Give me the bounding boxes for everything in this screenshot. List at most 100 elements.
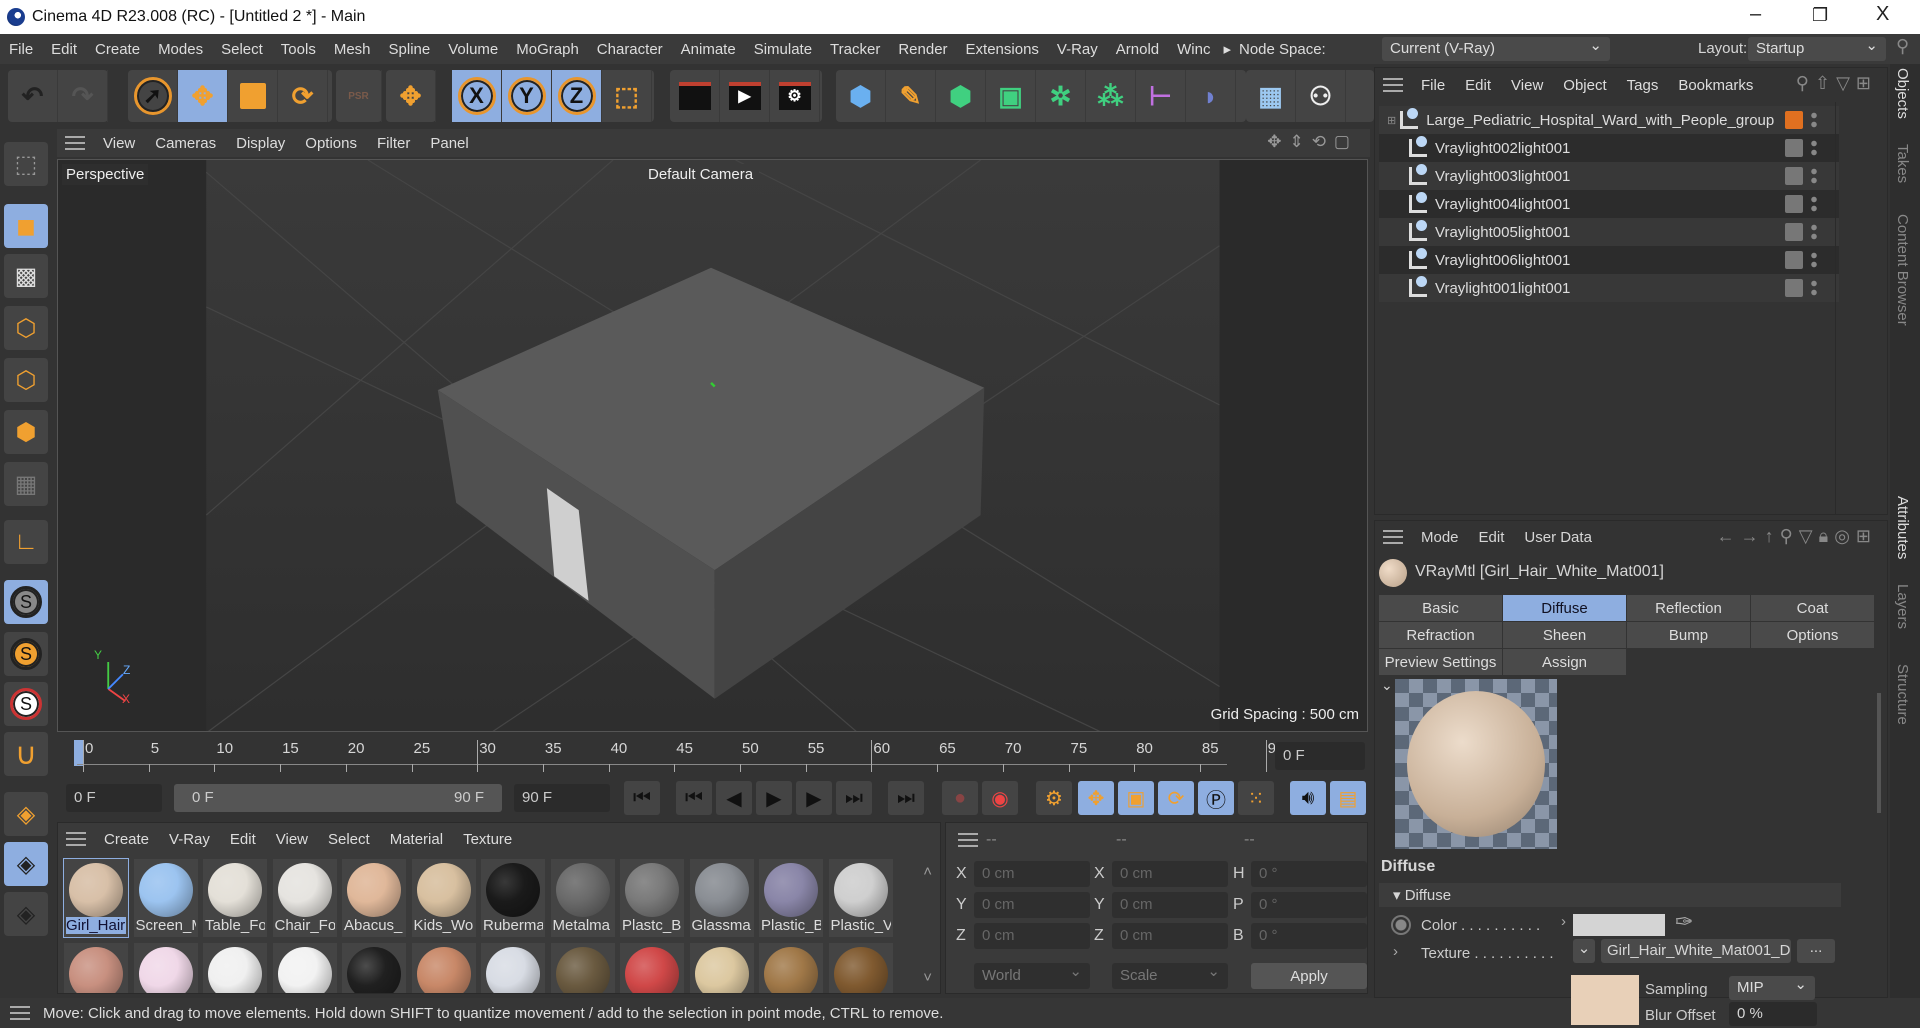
- material-menu-material[interactable]: Material: [380, 831, 453, 848]
- current-frame-field[interactable]: 0 F: [1275, 742, 1365, 770]
- frame-range-slider[interactable]: 0 F 90 F: [174, 784, 502, 812]
- coord-field-x[interactable]: 0 cm: [1112, 861, 1228, 887]
- uv-mode-button[interactable]: ▦: [4, 462, 48, 506]
- object-toolbar-icons[interactable]: ⚲⇧▽⊞: [1796, 73, 1877, 94]
- search-icon[interactable]: ⚲: [1896, 36, 1909, 57]
- axis-mode-button[interactable]: ∟: [4, 520, 48, 564]
- bend-button[interactable]: ◗: [1186, 70, 1236, 122]
- camera-button[interactable]: ⚇: [1296, 70, 1346, 122]
- coord-field-z[interactable]: 0 cm: [974, 923, 1090, 949]
- menu-edit[interactable]: Edit: [42, 41, 86, 58]
- go-to-end-button[interactable]: ⏭: [888, 781, 924, 815]
- x-axis-toggle[interactable]: X: [452, 70, 502, 122]
- material-swatch[interactable]: Kids_Wo: [411, 859, 476, 937]
- material-swatch[interactable]: Plastc_Bl: [620, 859, 684, 937]
- material-swatch[interactable]: [759, 943, 823, 993]
- diffuse-group-header[interactable]: ▾ Diffuse: [1379, 883, 1841, 907]
- material-swatch[interactable]: Plastic_V: [828, 859, 893, 937]
- attribute-toolbar-icons[interactable]: ←→↑⚲▽🔒︎◎⊞: [1717, 526, 1877, 547]
- menu-volume[interactable]: Volume: [439, 41, 507, 58]
- key-position-toggle[interactable]: ✥: [1078, 781, 1114, 815]
- next-frame-button[interactable]: ▶: [796, 781, 832, 815]
- display-tag-icon[interactable]: [1785, 139, 1803, 157]
- key-rotation-toggle[interactable]: ⟳: [1158, 781, 1194, 815]
- psr-button[interactable]: PSR: [336, 70, 382, 122]
- tab-reflection[interactable]: Reflection: [1627, 595, 1750, 621]
- object-menu-view[interactable]: View: [1501, 77, 1553, 94]
- tab-diffuse[interactable]: Diffuse: [1503, 595, 1626, 621]
- 3d-viewport[interactable]: Y Z X Perspective Default Camera Grid Sp…: [57, 159, 1368, 732]
- menu-select[interactable]: Select: [212, 41, 272, 58]
- blur-offset-field[interactable]: 0 %: [1729, 1002, 1817, 1026]
- menu-file[interactable]: File: [0, 41, 42, 58]
- key-scale-toggle[interactable]: ▣: [1118, 781, 1154, 815]
- object-menu-edit[interactable]: Edit: [1455, 77, 1501, 94]
- material-menu-v-ray[interactable]: V-Ray: [159, 831, 220, 848]
- scroll-down-icon[interactable]: ˅: [923, 969, 932, 986]
- apply-button[interactable]: Apply: [1251, 963, 1367, 989]
- viewport-menu-cameras[interactable]: Cameras: [145, 135, 226, 152]
- animate-radio[interactable]: [1391, 915, 1411, 935]
- scroll-up-icon[interactable]: ˄: [923, 863, 932, 880]
- hamburger-icon[interactable]: [65, 136, 85, 150]
- coordinate-space-dropdown[interactable]: World: [974, 962, 1090, 989]
- coord-field-b[interactable]: 0 °: [1251, 923, 1367, 949]
- material-swatch[interactable]: [342, 943, 406, 993]
- object-row[interactable]: Vraylight002light001: [1379, 134, 1839, 162]
- expand-color-icon[interactable]: ›: [1561, 913, 1566, 930]
- object-menu-bookmarks[interactable]: Bookmarks: [1668, 77, 1763, 94]
- object-row[interactable]: Vraylight005light001: [1379, 218, 1839, 246]
- record-keys-button[interactable]: ●: [942, 781, 978, 815]
- expand-icon[interactable]: ⊞: [1387, 114, 1396, 127]
- side-tab-layers[interactable]: Layers: [1894, 584, 1911, 629]
- tab-bump[interactable]: Bump: [1627, 622, 1750, 648]
- material-menu-select[interactable]: Select: [318, 831, 380, 848]
- object-row[interactable]: Vraylight001light001: [1379, 274, 1839, 302]
- color-swatch[interactable]: [1573, 914, 1665, 936]
- side-tab-content-browser[interactable]: Content Browser: [1894, 214, 1911, 326]
- sound-button[interactable]: 🔊︎: [1290, 781, 1326, 815]
- hamburger-icon[interactable]: [1383, 530, 1403, 544]
- material-menu-view[interactable]: View: [266, 831, 318, 848]
- make-editable-button[interactable]: ⬚: [4, 142, 48, 186]
- keyframe-settings-button[interactable]: ⚙: [1036, 781, 1072, 815]
- mograph-button[interactable]: ⁂: [1086, 70, 1136, 122]
- texture-type-dropdown[interactable]: ⌄: [1573, 939, 1595, 963]
- end-frame-field[interactable]: 90 F: [514, 784, 610, 812]
- menu-winc[interactable]: Winc: [1168, 41, 1219, 58]
- pen-button[interactable]: ✎: [886, 70, 936, 122]
- visibility-dots-icon[interactable]: [1811, 195, 1817, 213]
- rotate-tool-button[interactable]: ⟳: [278, 70, 328, 122]
- point-mode-button[interactable]: ⬡: [4, 306, 48, 350]
- visibility-dots-icon[interactable]: [1811, 111, 1817, 129]
- visibility-dots-icon[interactable]: [1811, 167, 1817, 185]
- menu-arnold[interactable]: Arnold: [1107, 41, 1168, 58]
- coord-field-z[interactable]: 0 cm: [1112, 923, 1228, 949]
- viewport-menu-display[interactable]: Display: [226, 135, 295, 152]
- workplane-snap-button[interactable]: S: [4, 682, 48, 726]
- material-swatch[interactable]: [828, 943, 893, 993]
- redo-button[interactable]: ↷: [58, 70, 108, 122]
- subdivision-button[interactable]: ⬢: [936, 70, 986, 122]
- visibility-dots-icon[interactable]: [1811, 279, 1817, 297]
- material-swatch[interactable]: Ruberma: [481, 859, 545, 937]
- model-mode-button[interactable]: ◼: [4, 204, 48, 248]
- menu-render[interactable]: Render: [889, 41, 956, 58]
- object-menu-tags[interactable]: Tags: [1617, 77, 1669, 94]
- visibility-dots-icon[interactable]: [1811, 223, 1817, 241]
- hamburger-icon[interactable]: [66, 832, 86, 846]
- magnet-icon[interactable]: ∪: [4, 732, 48, 776]
- texture-mode-button[interactable]: ▩: [4, 254, 48, 298]
- coord-field-y[interactable]: 0 cm: [974, 892, 1090, 918]
- scale-tool-button[interactable]: [228, 70, 278, 122]
- display-tag-icon[interactable]: [1785, 251, 1803, 269]
- key-parameter-toggle[interactable]: Ⓟ: [1198, 781, 1234, 815]
- material-menu-texture[interactable]: Texture: [453, 831, 522, 848]
- live-selection-button[interactable]: ➚: [128, 70, 178, 122]
- object-menu-file[interactable]: File: [1411, 77, 1455, 94]
- floor-button[interactable]: ▦: [1246, 70, 1296, 122]
- coordinate-system-button[interactable]: ⬚: [602, 70, 652, 122]
- material-swatch[interactable]: [272, 943, 337, 993]
- tab-assign[interactable]: Assign: [1503, 649, 1626, 675]
- menu-tracker[interactable]: Tracker: [821, 41, 889, 58]
